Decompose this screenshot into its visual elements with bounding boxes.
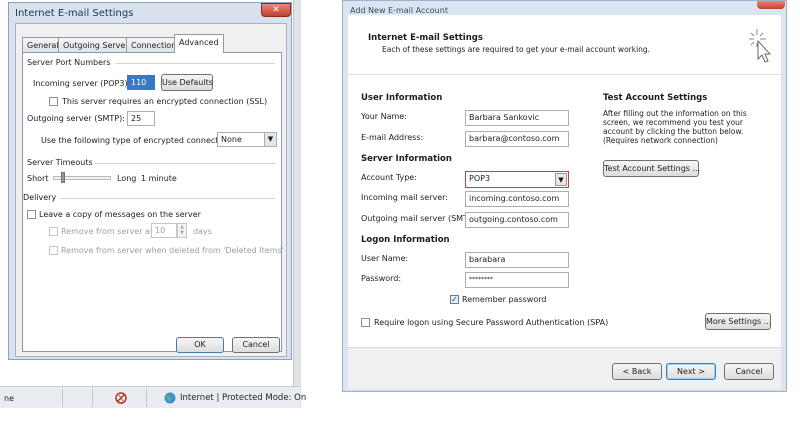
browser-status-bar: ne Internet | Protected Mode: On	[0, 386, 306, 408]
outgoing-server-input[interactable]: outgoing.contoso.com	[465, 212, 569, 228]
email-input[interactable]: barbara@contoso.com	[465, 131, 569, 147]
next-button[interactable]: Next >	[666, 363, 716, 380]
remove-deleted-checkbox[interactable]	[49, 246, 58, 255]
spa-label: Require logon using Secure Password Auth…	[374, 318, 609, 327]
ssl-checkbox[interactable]	[49, 97, 58, 106]
globe-icon	[164, 392, 176, 404]
remove-after-checkbox[interactable]	[49, 227, 58, 236]
server-info-heading: Server Information	[361, 154, 452, 164]
leave-copy-label: Leave a copy of messages on the server	[39, 210, 201, 219]
remove-deleted-label: Remove from server when deleted from 'De…	[61, 246, 284, 255]
internet-email-settings-window: Internet E-mail Settings ✕ General Outgo…	[8, 2, 292, 360]
days-label: days	[193, 227, 212, 236]
group-divider	[59, 198, 275, 199]
email-label: E-mail Address:	[361, 133, 424, 142]
incoming-server-label: Incoming server (POP3):	[33, 79, 131, 88]
name-label: Your Name:	[361, 112, 407, 121]
encryption-type-label: Use the following type of encrypted conn…	[41, 136, 234, 145]
chevron-down-icon[interactable]: ▼	[555, 173, 567, 186]
incoming-port-input[interactable]: 110	[127, 75, 155, 90]
remove-after-label: Remove from server after	[61, 227, 164, 236]
dialog-body: General Outgoing Server Connection Advan…	[15, 23, 287, 357]
outgoing-server-label: Outgoing mail server (SMTP):	[361, 214, 479, 223]
status-divider	[92, 389, 93, 407]
remember-password-checkbox[interactable]: ✓	[450, 295, 459, 304]
status-divider	[146, 389, 147, 407]
status-divider	[62, 389, 63, 407]
group-divider	[115, 63, 275, 64]
spa-checkbox[interactable]	[361, 318, 370, 327]
ssl-label: This server requires an encrypted connec…	[62, 97, 268, 106]
username-input[interactable]: barabara	[465, 252, 569, 268]
days-input[interactable]: 10	[151, 223, 177, 238]
encryption-type-value: None	[221, 135, 242, 144]
timeout-long-label: Long	[117, 174, 137, 183]
close-button[interactable]	[757, 1, 785, 9]
cancel-button[interactable]: Cancel	[232, 337, 280, 353]
more-settings-button[interactable]: More Settings ...	[705, 313, 771, 330]
leave-copy-checkbox[interactable]	[27, 210, 36, 219]
cancel-button[interactable]: Cancel	[724, 363, 774, 380]
status-text: ne	[4, 394, 14, 403]
wizard-body: User Information Your Name: Barbara Sank…	[348, 75, 781, 347]
test-settings-heading: Test Account Settings	[603, 93, 708, 103]
test-account-settings-button[interactable]: Test Account Settings ...	[603, 160, 700, 177]
encryption-type-select[interactable]: None ▼	[217, 132, 277, 147]
incoming-server-input[interactable]: incoming.contoso.com	[465, 191, 569, 207]
use-defaults-button[interactable]: Use Defaults	[161, 74, 213, 91]
tab-connection[interactable]: Connection	[126, 37, 182, 52]
window-title: Internet E-mail Settings	[15, 8, 134, 19]
window-title: Add New E-mail Account	[350, 6, 448, 15]
security-zone-text: Internet | Protected Mode: On	[180, 393, 307, 403]
tab-advanced[interactable]: Advanced	[174, 34, 224, 53]
wizard-header: Internet E-mail Settings Each of these s…	[348, 15, 781, 75]
add-email-account-window: Add New E-mail Account Internet E-mail S…	[342, 0, 787, 392]
back-button[interactable]: < Back	[612, 363, 662, 380]
server-timeouts-heading: Server Timeouts	[27, 158, 93, 167]
server-port-numbers-heading: Server Port Numbers	[27, 58, 111, 67]
test-settings-description: After filling out the information on thi…	[603, 109, 747, 145]
delivery-heading: Delivery	[23, 193, 57, 202]
password-input[interactable]: ********	[465, 272, 569, 288]
wizard-footer: < Back Next > Cancel	[348, 347, 781, 389]
remember-password-label: Remember password	[462, 295, 547, 304]
incoming-server-label: Incoming mail server:	[361, 193, 448, 202]
days-spinner[interactable]: ▲ ▼	[177, 223, 187, 238]
outgoing-server-label: Outgoing server (SMTP):	[27, 114, 125, 123]
timeout-value: 1 minute	[141, 174, 177, 183]
name-input[interactable]: Barbara Sankovic	[465, 110, 569, 126]
account-type-label: Account Type:	[361, 173, 417, 182]
user-info-heading: User Information	[361, 93, 443, 103]
timeout-short-label: Short	[27, 174, 49, 183]
account-type-select[interactable]: POP3 ▼	[465, 171, 569, 188]
cursor-sparkle-icon	[742, 25, 772, 65]
blocked-content-icon[interactable]	[114, 391, 128, 405]
timeout-slider-thumb[interactable]	[61, 172, 66, 183]
chevron-down-icon[interactable]: ▼	[264, 133, 276, 146]
username-label: User Name:	[361, 254, 409, 263]
logon-info-heading: Logon Information	[361, 235, 450, 245]
outgoing-port-input[interactable]: 25	[127, 111, 155, 126]
tab-outgoing-server[interactable]: Outgoing Server	[58, 37, 134, 52]
group-divider	[95, 163, 275, 164]
ok-button[interactable]: OK	[176, 337, 224, 353]
vertical-scrollbar[interactable]	[293, 0, 301, 408]
password-label: Password:	[361, 274, 402, 283]
header-subtitle: Each of these settings are required to g…	[382, 45, 651, 54]
header-title: Internet E-mail Settings	[368, 33, 483, 43]
advanced-tab-panel: Server Port Numbers Incoming server (POP…	[22, 52, 284, 352]
close-button[interactable]: ✕	[261, 3, 291, 17]
account-type-value: POP3	[469, 174, 491, 183]
